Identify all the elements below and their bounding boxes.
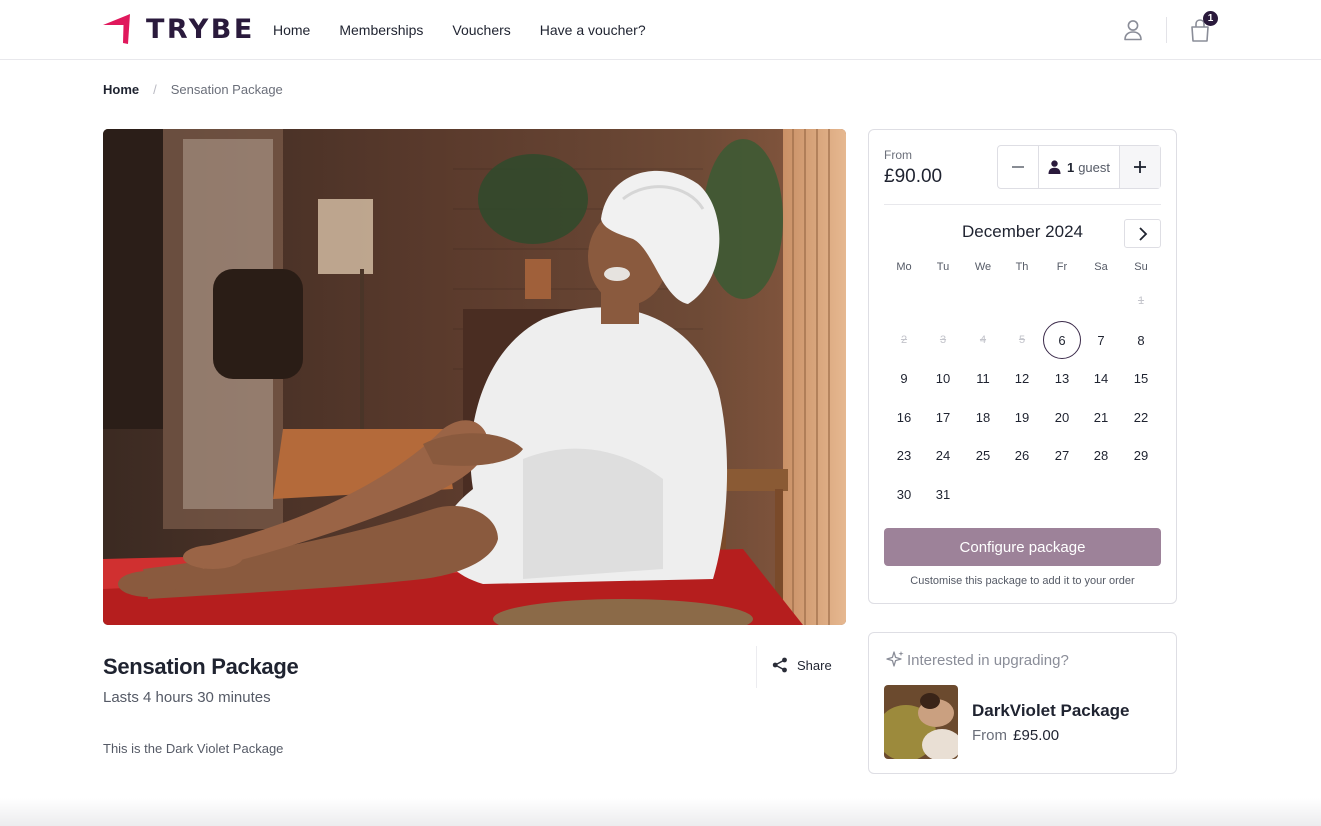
calendar-day: 5 <box>1018 334 1026 346</box>
calendar-day[interactable]: 23 <box>885 436 923 474</box>
calendar-day[interactable]: 30 <box>885 475 923 513</box>
sparkle-icon <box>886 651 904 667</box>
calendar-day[interactable]: 29 <box>1122 436 1160 474</box>
upgrade-heading-text: Interested in upgrading? <box>907 651 1069 669</box>
nav-home[interactable]: Home <box>273 22 310 38</box>
upgrade-card[interactable]: Interested in upgrading? DarkViolet Pack… <box>868 632 1177 774</box>
header-divider <box>1166 17 1167 43</box>
decrease-guests-button[interactable] <box>998 146 1039 188</box>
calendar-day[interactable]: 8 <box>1122 321 1160 359</box>
weekday-header: Mo <box>896 261 912 273</box>
weekday-header: Tu <box>936 261 950 273</box>
package-hero-image <box>103 129 846 625</box>
calendar-day[interactable]: 9 <box>885 359 923 397</box>
page-footer-edge <box>0 798 1321 826</box>
upgrade-heading: Interested in upgrading? <box>885 650 1069 670</box>
increase-guests-button[interactable] <box>1119 146 1160 188</box>
breadcrumb: Home / Sensation Package <box>103 82 283 97</box>
nav-memberships[interactable]: Memberships <box>339 22 423 38</box>
share-divider <box>756 646 757 688</box>
calendar-day: 2 <box>900 334 908 346</box>
calendar-day[interactable]: 17 <box>924 398 962 436</box>
calendar-day[interactable]: 31 <box>924 475 962 513</box>
breadcrumb-current: Sensation Package <box>170 82 283 97</box>
share-label: Share <box>797 657 832 673</box>
booking-card: From £90.00 1 guest December 2024 Config… <box>868 129 1177 604</box>
upgrade-from-label: From <box>972 727 1007 744</box>
calendar-day[interactable]: 11 <box>964 359 1002 397</box>
nav-vouchers[interactable]: Vouchers <box>452 22 510 38</box>
calendar-day[interactable]: 19 <box>1003 398 1041 436</box>
calendar-day[interactable]: 13 <box>1043 359 1081 397</box>
package-title: Sensation Package <box>103 654 299 679</box>
calendar-day[interactable]: 24 <box>924 436 962 474</box>
upgrade-package-name: DarkViolet Package <box>972 701 1130 720</box>
calendar-day[interactable]: 27 <box>1043 436 1081 474</box>
calendar-day[interactable]: 21 <box>1082 398 1120 436</box>
user-icon[interactable] <box>1122 18 1144 42</box>
main-nav: Home Memberships Vouchers Have a voucher… <box>273 0 675 60</box>
share-icon <box>772 657 787 673</box>
weekday-header: Fr <box>1056 261 1068 273</box>
person-icon <box>1048 160 1061 174</box>
cart-count-badge: 1 <box>1203 11 1218 26</box>
logo-mark-icon <box>103 14 130 44</box>
nav-have-a-voucher[interactable]: Have a voucher? <box>540 22 646 38</box>
upgrade-price: £95.00 <box>1013 727 1060 744</box>
guest-picker: 1 guest <box>997 145 1161 189</box>
calendar-day[interactable]: 28 <box>1082 436 1120 474</box>
calendar-day: 4 <box>979 334 987 346</box>
package-description: This is the Dark Violet Package <box>103 741 284 756</box>
weekday-header: Sa <box>1094 261 1108 273</box>
configure-hint: Customise this package to add it to your… <box>910 575 1135 587</box>
calendar-day[interactable]: 7 <box>1082 321 1120 359</box>
weekday-header: Su <box>1134 261 1148 273</box>
calendar-day: 1 <box>1137 295 1145 307</box>
calendar-day: 3 <box>939 334 947 346</box>
configure-package-button[interactable]: Configure package <box>884 528 1161 566</box>
calendar-day[interactable]: 10 <box>924 359 962 397</box>
from-label: From <box>884 148 912 162</box>
package-duration: Lasts 4 hours 30 minutes <box>103 689 271 706</box>
guest-label: guest <box>1078 159 1111 175</box>
plus-icon <box>1134 161 1146 173</box>
weekday-header: Th <box>1015 261 1029 273</box>
calendar-day[interactable]: 22 <box>1122 398 1160 436</box>
breadcrumb-separator: / <box>153 82 157 97</box>
next-month-button[interactable] <box>1124 219 1161 248</box>
calendar-day[interactable]: 12 <box>1003 359 1041 397</box>
guest-count-display: 1 guest <box>1039 146 1119 188</box>
upgrade-thumbnail <box>884 685 958 759</box>
trybe-logo[interactable]: TRYBE <box>102 13 255 45</box>
share-button[interactable]: Share <box>772 657 832 673</box>
calendar-day[interactable]: 15 <box>1122 359 1160 397</box>
calendar-day[interactable]: 20 <box>1043 398 1081 436</box>
calendar-day[interactable]: 26 <box>1003 436 1041 474</box>
minus-icon <box>1012 166 1024 168</box>
card-divider <box>884 204 1161 205</box>
calendar-day[interactable]: 25 <box>964 436 1002 474</box>
upgrade-price-line: From £95.00 <box>972 727 1059 744</box>
calendar-day-selected[interactable]: 6 <box>1043 321 1081 359</box>
breadcrumb-home[interactable]: Home <box>103 82 139 97</box>
package-price: £90.00 <box>884 166 943 187</box>
calendar-day[interactable]: 18 <box>964 398 1002 436</box>
site-header: TRYBE Home Memberships Vouchers Have a v… <box>0 0 1321 60</box>
chevron-right-icon <box>1138 226 1147 241</box>
calendar-day[interactable]: 14 <box>1082 359 1120 397</box>
weekday-header: We <box>974 261 992 273</box>
calendar-day[interactable]: 16 <box>885 398 923 436</box>
guest-count: 1 <box>1066 159 1075 175</box>
brand-name: TRYBE <box>146 13 255 45</box>
